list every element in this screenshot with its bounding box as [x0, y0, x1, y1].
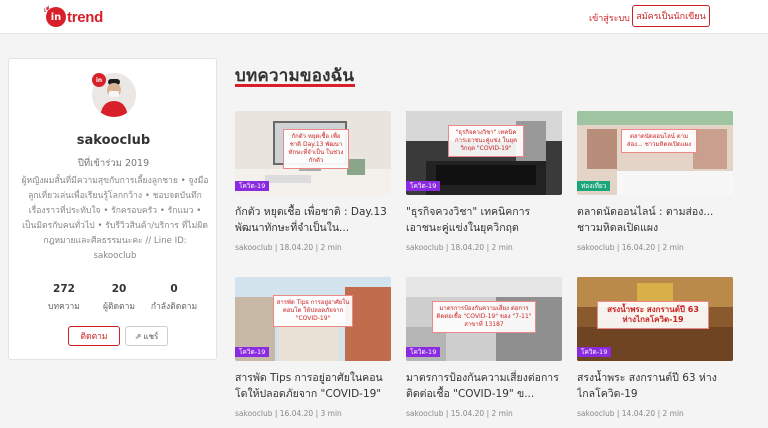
category-tag[interactable]: โควิด-19 [577, 347, 612, 357]
login-link[interactable]: เข้าสู่ระบบ [589, 11, 630, 25]
stat-label: ผู้ติดตาม [103, 302, 135, 312]
article-date: 18.04.20 [450, 243, 485, 252]
article-date: 16.04.20 [621, 243, 656, 252]
article-title[interactable]: สรงน้ำพระ สงกรานต์ปี 63 ห่างไกลโควิด-19 [577, 370, 733, 402]
category-tag[interactable]: ท่องเที่ยว [577, 181, 611, 191]
article-read-time: 2 min [491, 409, 513, 418]
article-meta: sakooclub | 18.04.20 | 2 min [235, 243, 342, 252]
title-underline [235, 84, 355, 87]
thumbnail-caption: กักตัว หยุดเชื้อ เพื่อชาติ Day.13 พัฒนาท… [283, 129, 349, 169]
article-card[interactable]: สรงน้ำพระ สงกรานต์ปี 63 ห่างไกลโควิด-19 … [577, 277, 733, 418]
article-thumbnail[interactable]: สารพัด Tips การอยู่อาศัยในคอนโด ให้ปลอดภ… [235, 277, 391, 361]
stat-following[interactable]: 0 กำลังติดตาม [149, 283, 199, 313]
stat-label: กำลังติดตาม [150, 302, 198, 312]
article-date: 14.04.20 [621, 409, 656, 418]
article-meta: sakooclub | 18.04.20 | 2 min [406, 243, 513, 252]
thumbnail-caption: มาตรการป้องกันความเสี่ยง ต่อการติดต่อเชื… [432, 301, 536, 333]
article-thumbnail[interactable]: กักตัว หยุดเชื้อ เพื่อชาติ Day.13 พัฒนาท… [235, 111, 391, 195]
profile-username: sakooclub [76, 133, 151, 148]
article-card[interactable]: สารพัด Tips การอยู่อาศัยในคอนโด ให้ปลอดภ… [235, 277, 391, 418]
category-tag[interactable]: โควิด-19 [235, 347, 270, 357]
article-read-time: 2 min [662, 409, 684, 418]
category-tag[interactable]: โควิด-19 [235, 181, 270, 191]
stat-value: 272 [53, 283, 75, 295]
article-card[interactable]: "ธุรกิจควงวิชา" เทคนิคการเอาชนะคู่แข่ง ใ… [406, 111, 562, 252]
site-logo[interactable]: เรื่อง in trend [44, 6, 104, 28]
stat-value: 0 [170, 283, 178, 295]
stat-value: 20 [111, 283, 127, 295]
logo-trend-text: trend [67, 8, 104, 26]
category-tag[interactable]: โควิด-19 [406, 181, 441, 191]
top-header: เรื่อง in trend เข้าสู่ระบบ สมัครเป็นนัก… [0, 0, 768, 34]
profile-bio: ผู้หญิงผมสั้นที่มีความสุขกับการเลี้ยงลูก… [21, 176, 209, 261]
stat-articles: 272 บทความ [39, 283, 89, 313]
article-thumbnail[interactable]: สรงน้ำพระ สงกรานต์ปี 63 ห่างไกลโควิด-19 … [577, 277, 733, 361]
article-title[interactable]: สารพัด Tips การอยู่อาศัยในคอนโดให้ปลอดภั… [235, 370, 391, 402]
article-title[interactable]: มาตรการป้องกันความเสี่ยงต่อการติดต่อเชื้… [406, 370, 562, 402]
article-author[interactable]: sakooclub [235, 243, 272, 252]
article-author[interactable]: sakooclub [406, 409, 443, 418]
share-icon: ⇗ [134, 331, 142, 341]
article-author[interactable]: sakooclub [577, 243, 614, 252]
stat-followers[interactable]: 20 ผู้ติดตาม [94, 283, 144, 313]
article-meta: sakooclub | 16.04.20 | 2 min [577, 243, 684, 252]
profile-joined: ปีที่เข้าร่วม 2019 [77, 158, 150, 169]
article-author[interactable]: sakooclub [406, 243, 443, 252]
profile-card: in sakooclub ปีที่เข้าร่วม 2019 ผู้หญิงผ… [8, 58, 217, 360]
follow-button[interactable]: ติดตาม [68, 326, 120, 346]
profile-stats: 272 บทความ 20 ผู้ติดตาม 0 กำลังติดตาม [39, 283, 199, 313]
article-date: 15.04.20 [450, 409, 485, 418]
article-title[interactable]: ตลาดนัดออนไลน์ : ตามส่อง... ชาวมหิดลเปิด… [577, 204, 733, 236]
article-read-time: 2 min [662, 243, 684, 252]
thumbnail-caption: "ธุรกิจควงวิชา" เทคนิคการเอาชนะคู่แข่ง ใ… [448, 125, 524, 157]
article-card[interactable]: ตลาดนัดออนไลน์ ตามส่อง... ชาวมหิดลเปิดแผ… [577, 111, 733, 252]
logo-small-text: เรื่อง [44, 7, 56, 14]
thumbnail-caption: สารพัด Tips การอยู่อาศัยในคอนโด ให้ปลอดภ… [273, 295, 353, 327]
article-card[interactable]: มาตรการป้องกันความเสี่ยง ต่อการติดต่อเชื… [406, 277, 562, 418]
thumbnail-caption: สรงน้ำพระ สงกรานต์ปี 63 ห่างไกลโควิด-19 [597, 301, 709, 329]
article-date: 18.04.20 [279, 243, 314, 252]
thumbnail-caption: ตลาดนัดออนไลน์ ตามส่อง... ชาวมหิดลเปิดแผ… [621, 129, 697, 153]
article-read-time: 2 min [491, 243, 513, 252]
article-read-time: 2 min [320, 243, 342, 252]
article-thumbnail[interactable]: ตลาดนัดออนไลน์ ตามส่อง... ชาวมหิดลเปิดแผ… [577, 111, 733, 195]
intrend-badge-icon: in [92, 73, 106, 87]
article-card[interactable]: กักตัว หยุดเชื้อ เพื่อชาติ Day.13 พัฒนาท… [235, 111, 391, 252]
article-meta: sakooclub | 15.04.20 | 2 min [406, 409, 513, 418]
share-label: แชร์ [143, 331, 159, 341]
signup-button[interactable]: สมัครเป็นนักเขียน [632, 5, 710, 27]
stat-label: บทความ [48, 302, 80, 312]
article-title[interactable]: กักตัว หยุดเชื้อ เพื่อชาติ : Day.13 พัฒน… [235, 204, 391, 236]
article-thumbnail[interactable]: มาตรการป้องกันความเสี่ยง ต่อการติดต่อเชื… [406, 277, 562, 361]
article-read-time: 3 min [320, 409, 342, 418]
article-thumbnail[interactable]: "ธุรกิจควงวิชา" เทคนิคการเอาชนะคู่แข่ง ใ… [406, 111, 562, 195]
article-meta: sakooclub | 16.04.20 | 3 min [235, 409, 342, 418]
category-tag[interactable]: โควิด-19 [406, 347, 441, 357]
article-date: 16.04.20 [279, 409, 314, 418]
article-title[interactable]: "ธุรกิจควงวิชา" เทคนิคการเอาชนะคู่แข่งใน… [406, 204, 562, 236]
article-author[interactable]: sakooclub [577, 409, 614, 418]
article-author[interactable]: sakooclub [235, 409, 272, 418]
share-button[interactable]: ⇗ แชร์ [125, 326, 168, 346]
article-meta: sakooclub | 14.04.20 | 2 min [577, 409, 684, 418]
